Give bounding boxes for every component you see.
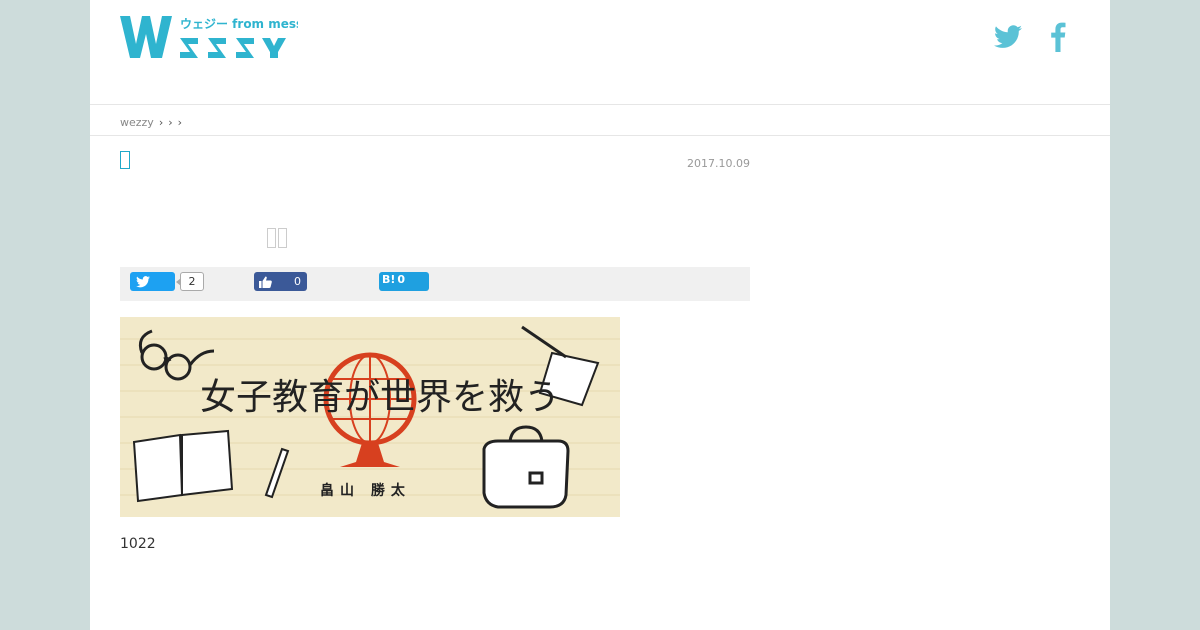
facebook-like-button[interactable]: 0 (254, 272, 307, 291)
article-body-text: 1022 (120, 536, 156, 552)
hatena-label: B! (382, 273, 396, 286)
hatena-bookmark-button[interactable]: B! 0 (379, 272, 429, 291)
hero-title: 女子教育が世界を救う (200, 377, 560, 418)
hero-author: 畠山 勝太 (320, 482, 411, 499)
breadcrumb-separator: › (168, 116, 173, 129)
notebook-illustration (132, 429, 234, 503)
missing-glyph (267, 228, 276, 248)
article-date: 2017.10.09 (687, 157, 750, 170)
logo-subtitle: ウェジー from messy (180, 17, 298, 31)
twitter-icon[interactable] (992, 20, 1024, 52)
site-logo[interactable]: ウェジー from messy (118, 12, 298, 64)
divider (90, 135, 1110, 136)
article-hero-image[interactable]: 女子教育が世界を救う 畠山 勝太 (120, 317, 620, 517)
breadcrumb-home-link[interactable]: wezzy (120, 116, 154, 129)
breadcrumb: wezzy › › › (120, 116, 182, 129)
article-title-glyphs (267, 228, 287, 248)
site-header: ウェジー from messy (90, 0, 1110, 105)
thumbs-up-icon (259, 276, 272, 288)
facebook-like-count: 0 (294, 275, 301, 288)
page: ウェジー from messy wezzy › › › 2017.10.09 2 (90, 0, 1110, 630)
social-links (992, 20, 1074, 52)
hatena-count: 0 (397, 273, 406, 286)
missing-glyph (278, 228, 287, 248)
facebook-icon[interactable] (1042, 20, 1074, 52)
breadcrumb-separator: › (177, 116, 183, 129)
category-icon[interactable] (120, 151, 130, 169)
share-bar: 2 0 B! 0 (120, 267, 750, 301)
tweet-button[interactable] (130, 272, 175, 291)
twitter-icon (136, 275, 150, 287)
breadcrumb-separator: › (158, 116, 164, 129)
tweet-count: 2 (176, 272, 204, 291)
